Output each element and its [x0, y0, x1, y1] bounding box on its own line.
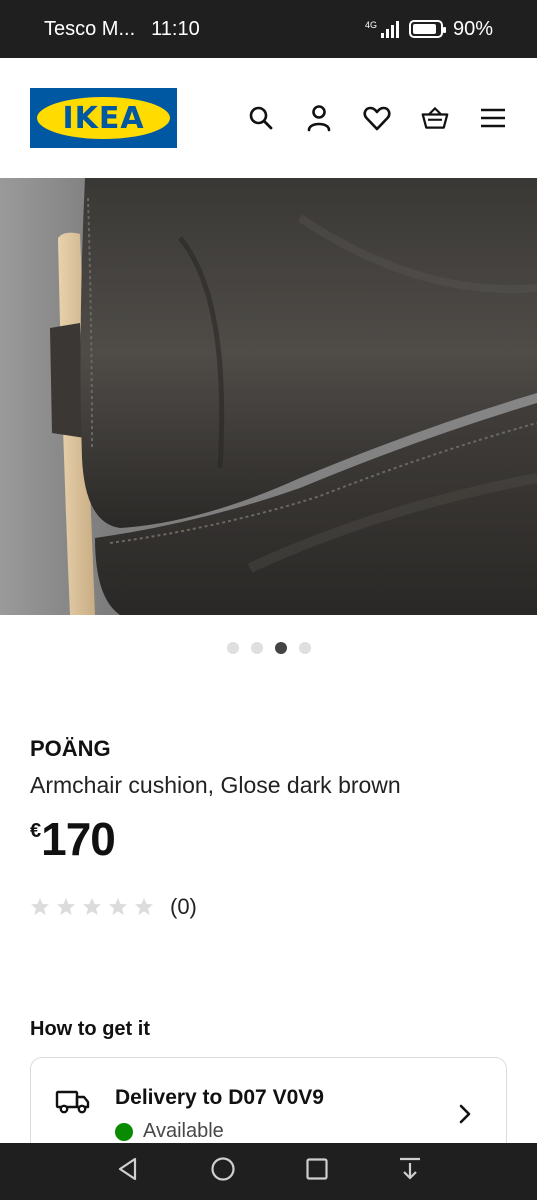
account-icon[interactable]: [305, 104, 333, 132]
product-image[interactable]: [0, 178, 537, 615]
review-count: (0): [170, 894, 197, 919]
status-dot: [115, 1122, 133, 1141]
pagination-dot[interactable]: [250, 642, 263, 654]
star-icon: [83, 898, 101, 915]
product-description: Armchair cushion, Glose dark brown: [30, 772, 401, 798]
pagination-dot[interactable]: [274, 642, 287, 654]
battery-percent: 90%: [452, 17, 493, 40]
clock: 11:10: [151, 17, 200, 40]
section-heading: How to get it: [30, 1018, 150, 1040]
ikea-logo[interactable]: IKEA: [30, 88, 177, 148]
carrier-name: Tesco M...: [44, 17, 136, 40]
logo-text: IKEA: [62, 100, 145, 136]
basket-icon[interactable]: [421, 104, 449, 132]
site-header: IKEA: [0, 58, 537, 178]
star-icon: [31, 898, 49, 915]
price-amount: 170: [41, 813, 116, 865]
status-text: Available: [143, 1120, 224, 1142]
rating[interactable]: (0): [30, 894, 197, 920]
menu-icon[interactable]: [479, 104, 507, 132]
status-bar: Tesco M... 11:10 4G 90%: [0, 0, 537, 58]
star-icon: [57, 898, 75, 915]
price-currency: €: [30, 820, 42, 842]
signal-icon: 4G: [365, 20, 399, 38]
recents-icon[interactable]: [305, 1157, 329, 1186]
pagination-dot[interactable]: [226, 642, 239, 654]
network-type: 4G: [364, 20, 377, 30]
home-icon[interactable]: [210, 1156, 236, 1187]
delivery-title: Delivery to D07 V0V9: [115, 1086, 324, 1109]
header-actions: [247, 104, 507, 132]
product-price: € 170: [30, 812, 116, 866]
favourites-icon[interactable]: [363, 104, 391, 132]
system-navigation-bar: [0, 1143, 537, 1200]
star-icon: [135, 898, 153, 915]
truck-icon: [55, 1088, 91, 1121]
image-pagination: [0, 642, 537, 654]
star-icon: [109, 898, 127, 915]
chevron-right-icon: [458, 1104, 472, 1129]
product-name: POÄNG: [30, 736, 111, 761]
search-icon[interactable]: [247, 104, 275, 132]
back-icon[interactable]: [115, 1156, 141, 1187]
pagination-dot[interactable]: [298, 642, 311, 654]
battery-icon: [408, 20, 446, 38]
notifications-pull-icon[interactable]: [398, 1156, 422, 1187]
availability-status: Available: [115, 1120, 224, 1143]
status-icons: 4G 90%: [365, 18, 493, 41]
